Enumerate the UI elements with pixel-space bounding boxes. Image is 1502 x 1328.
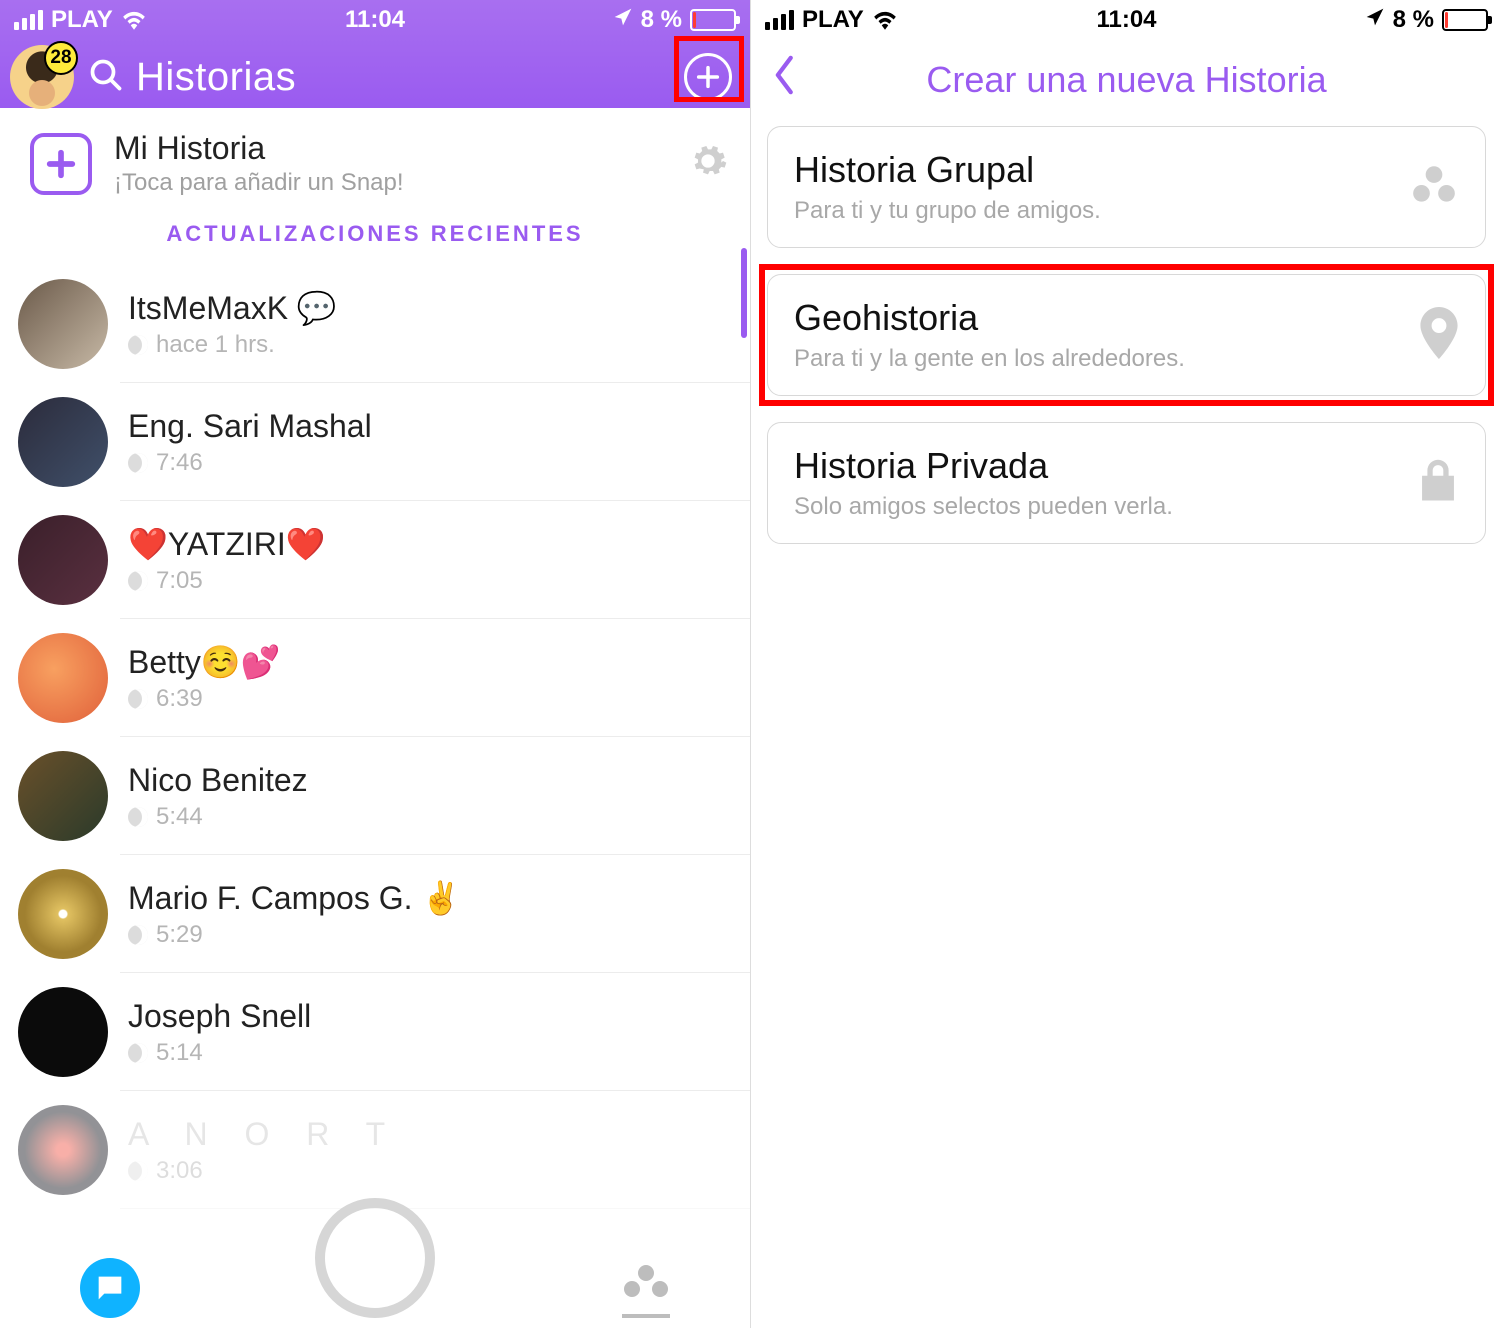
chat-tab[interactable] bbox=[80, 1258, 140, 1318]
status-time: 11:04 bbox=[345, 6, 405, 34]
story-row[interactable]: Joseph Snell 5:14 bbox=[0, 973, 750, 1091]
add-snap-icon bbox=[30, 133, 92, 195]
option-private-story[interactable]: Historia Privada Solo amigos selectos pu… bbox=[767, 422, 1486, 544]
story-time: 3:06 bbox=[156, 1157, 203, 1185]
pin-icon bbox=[1419, 307, 1459, 364]
story-avatar[interactable] bbox=[18, 633, 108, 723]
wifi-icon bbox=[872, 10, 898, 30]
lock-icon bbox=[1417, 458, 1459, 509]
option-subtitle: Para ti y tu grupo de amigos. bbox=[794, 197, 1101, 225]
story-row[interactable]: ItsMeMaxK 💬 hace 1 hrs. bbox=[0, 265, 750, 383]
moon-icon bbox=[128, 335, 148, 355]
moon-icon bbox=[128, 1043, 148, 1063]
header: PLAY 11:04 8 % 28 Historias bbox=[0, 0, 750, 108]
my-story-row[interactable]: Mi Historia ¡Toca para añadir un Snap! bbox=[0, 108, 750, 217]
profile-avatar[interactable]: 28 bbox=[10, 45, 74, 109]
story-avatar[interactable] bbox=[18, 279, 108, 369]
story-name: A N O R T bbox=[128, 1116, 399, 1153]
my-story-title: Mi Historia bbox=[114, 130, 404, 167]
add-story-button[interactable] bbox=[684, 53, 732, 101]
wifi-icon bbox=[121, 10, 147, 30]
section-header: ACTUALIZACIONES RECIENTES bbox=[0, 217, 750, 265]
moon-icon bbox=[128, 689, 148, 709]
story-time: 6:39 bbox=[156, 685, 203, 713]
story-avatar[interactable] bbox=[18, 869, 108, 959]
story-row[interactable]: Betty☺️💕 6:39 bbox=[0, 619, 750, 737]
option-subtitle: Para ti y la gente en los alrededores. bbox=[794, 345, 1185, 373]
story-name: ❤️YATZIRI❤️ bbox=[128, 525, 326, 563]
moon-icon bbox=[128, 1161, 148, 1181]
carrier-label: PLAY bbox=[802, 6, 864, 34]
camera-button[interactable] bbox=[315, 1198, 435, 1318]
avatar-badge-count: 28 bbox=[44, 41, 78, 75]
battery-pct: 8 % bbox=[641, 6, 682, 34]
story-name: Nico Benitez bbox=[128, 762, 308, 799]
page-title: Historias bbox=[136, 55, 296, 100]
carrier-label: PLAY bbox=[51, 6, 113, 34]
signal-icon bbox=[14, 10, 43, 30]
scrollbar-thumb[interactable] bbox=[741, 248, 747, 338]
option-title: Historia Grupal bbox=[794, 149, 1101, 191]
battery-pct: 8 % bbox=[1393, 6, 1434, 34]
group-icon bbox=[1409, 163, 1459, 212]
option-subtitle: Solo amigos selectos pueden verla. bbox=[794, 493, 1173, 521]
create-story-screen: PLAY 11:04 8 % Crear una nueva Historia bbox=[751, 0, 1502, 1328]
story-time: 5:44 bbox=[156, 803, 203, 831]
battery-icon bbox=[690, 9, 736, 31]
story-time: hace 1 hrs. bbox=[156, 331, 275, 359]
story-time: 5:14 bbox=[156, 1039, 203, 1067]
story-time: 7:05 bbox=[156, 567, 203, 595]
story-row[interactable]: Eng. Sari Mashal 7:46 bbox=[0, 383, 750, 501]
story-avatar[interactable] bbox=[18, 987, 108, 1077]
location-icon bbox=[613, 6, 633, 34]
status-bar: PLAY 11:04 8 % bbox=[0, 0, 750, 40]
option-geo-story[interactable]: Geohistoria Para ti y la gente en los al… bbox=[767, 274, 1486, 396]
story-name: Betty☺️💕 bbox=[128, 643, 281, 681]
option-title: Geohistoria bbox=[794, 297, 1185, 339]
page-title: Crear una nueva Historia bbox=[926, 59, 1326, 101]
moon-icon bbox=[128, 453, 148, 473]
my-story-subtitle: ¡Toca para añadir un Snap! bbox=[114, 169, 404, 197]
battery-icon bbox=[1442, 9, 1488, 31]
bottom-nav bbox=[0, 1198, 750, 1328]
option-group-story[interactable]: Historia Grupal Para ti y tu grupo de am… bbox=[767, 126, 1486, 248]
location-icon bbox=[1365, 6, 1385, 34]
story-avatar[interactable] bbox=[18, 515, 108, 605]
story-name: Joseph Snell bbox=[128, 998, 311, 1035]
story-name: Eng. Sari Mashal bbox=[128, 408, 372, 445]
status-bar: PLAY 11:04 8 % bbox=[751, 0, 1502, 40]
discover-tab[interactable] bbox=[622, 1263, 670, 1318]
gear-icon[interactable] bbox=[688, 141, 728, 186]
moon-icon bbox=[128, 925, 148, 945]
story-row[interactable]: A N O R T 3:06 bbox=[0, 1091, 750, 1209]
story-list[interactable]: ItsMeMaxK 💬 hace 1 hrs. Eng. Sari Mashal… bbox=[0, 265, 750, 1209]
story-time: 7:46 bbox=[156, 449, 203, 477]
story-name: ItsMeMaxK 💬 bbox=[128, 289, 337, 327]
story-avatar[interactable] bbox=[18, 1105, 108, 1195]
story-row[interactable]: Nico Benitez 5:44 bbox=[0, 737, 750, 855]
story-row[interactable]: ❤️YATZIRI❤️ 7:05 bbox=[0, 501, 750, 619]
story-time: 5:29 bbox=[156, 921, 203, 949]
signal-icon bbox=[765, 10, 794, 30]
story-row[interactable]: Mario F. Campos G. ✌️ 5:29 bbox=[0, 855, 750, 973]
stories-screen: PLAY 11:04 8 % 28 Historias bbox=[0, 0, 751, 1328]
story-name: Mario F. Campos G. ✌️ bbox=[128, 879, 461, 917]
story-avatar[interactable] bbox=[18, 397, 108, 487]
search-icon[interactable] bbox=[88, 57, 124, 98]
status-time: 11:04 bbox=[1096, 6, 1156, 34]
story-avatar[interactable] bbox=[18, 751, 108, 841]
back-button[interactable] bbox=[771, 55, 799, 106]
option-title: Historia Privada bbox=[794, 445, 1173, 487]
moon-icon bbox=[128, 807, 148, 827]
moon-icon bbox=[128, 571, 148, 591]
story-type-list: Historia Grupal Para ti y tu grupo de am… bbox=[751, 120, 1502, 576]
